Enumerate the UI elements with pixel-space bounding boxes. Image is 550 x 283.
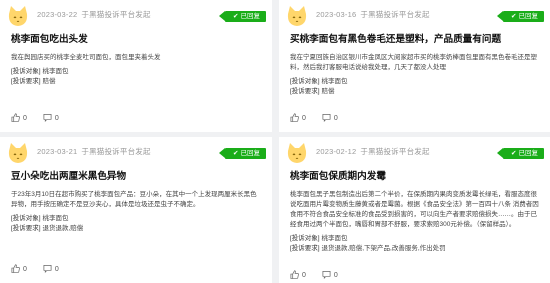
card-source: 于黑猫投诉平台发起 xyxy=(360,10,430,19)
object-value[interactable]: 桃李面包 xyxy=(321,235,347,242)
demand-label: [投诉要求] xyxy=(290,88,320,95)
status-badge-label: 已回复 xyxy=(518,13,539,20)
demand-value: 退货退款,赔偿,下架产品,改善服务,作出处罚 xyxy=(321,245,446,252)
card-source: 于黑猫投诉平台发起 xyxy=(81,147,151,156)
card-content: 我在舆园店买的桃李全麦吐司面包，面包里夹着头发 xyxy=(11,54,161,61)
complaint-card[interactable]: 2023-02-12 于黑猫投诉平台发起 ✔ 已回复 桃李面包保质期内发霉 桃李面包… xyxy=(279,137,550,283)
card-meta: 2023-02-12 于黑猫投诉平台发起 xyxy=(316,146,430,157)
card-date: 2023-02-12 xyxy=(316,147,357,156)
comment-icon xyxy=(322,113,331,122)
comment-count: 0 xyxy=(333,115,338,122)
object-value[interactable]: 桃李面包 xyxy=(321,78,347,85)
object-label: [投诉对象] xyxy=(11,215,41,222)
complaint-object: [投诉对象] 桃李面包 xyxy=(279,234,550,244)
demand-value: 赔偿 xyxy=(321,88,335,95)
card-content: 桃李面包黑子黑包制造出后第二个半价，在保质期内果肉变质发霉长绿毛，看服态度很说吃… xyxy=(290,191,539,228)
comment-icon xyxy=(322,270,331,279)
demand-label: [投诉要求] xyxy=(11,225,41,232)
cat-avatar-icon xyxy=(8,143,28,163)
complaint-demand: [投诉要求] 赔偿 xyxy=(0,77,272,87)
card-title[interactable]: 桃李面包保质期内发霉 xyxy=(279,168,550,182)
comment-button[interactable]: 0 xyxy=(322,270,338,279)
cat-avatar-icon xyxy=(287,6,307,26)
card-date: 2023-03-21 xyxy=(37,147,78,156)
complaint-demand: [投诉要求] 退货退款,赔偿,下架产品,改善服务,作出处罚 xyxy=(279,244,550,254)
status-badge: ✔ 已回复 xyxy=(219,148,266,159)
like-button[interactable]: 0 xyxy=(290,113,306,122)
like-button[interactable]: 0 xyxy=(11,113,27,122)
card-content: 我在宁夏回族自治区银川市金凤区大阅家超市买的桃李奶棒面包里面有黑色卷毛还是塑料，… xyxy=(290,54,537,71)
card-title[interactable]: 桃李面包吃出头发 xyxy=(0,31,272,45)
cat-avatar-icon xyxy=(8,6,28,26)
like-button[interactable]: 0 xyxy=(11,264,27,273)
card-header: 2023-03-22 于黑猫投诉平台发起 ✔ 已回复 xyxy=(0,0,272,31)
card-actions: 0 0 xyxy=(290,113,352,122)
card-header: 2023-03-16 于黑猫投诉平台发起 ✔ 已回复 xyxy=(279,0,550,31)
status-badge: ✔ 已回复 xyxy=(497,148,544,159)
object-label: [投诉对象] xyxy=(290,78,320,85)
card-title[interactable]: 豆小朵吃出两厘米黑色异物 xyxy=(0,168,272,182)
card-date: 2023-03-16 xyxy=(316,10,357,19)
thumbs-up-icon xyxy=(11,264,20,273)
demand-value: 赔偿 xyxy=(42,78,56,85)
card-actions: 0 0 xyxy=(11,264,73,273)
comment-count: 0 xyxy=(54,266,59,273)
check-icon: ✔ xyxy=(511,13,517,20)
comment-count: 0 xyxy=(54,115,59,122)
comment-button[interactable]: 0 xyxy=(322,113,338,122)
object-label: [投诉对象] xyxy=(11,68,41,75)
complaint-object: [投诉对象] 桃李面包 xyxy=(0,67,272,77)
cat-avatar-icon xyxy=(287,143,307,163)
card-source: 于黑猫投诉平台发起 xyxy=(360,147,430,156)
comment-button[interactable]: 0 xyxy=(43,113,59,122)
complaint-object: [投诉对象] 桃李面包 xyxy=(279,77,550,87)
object-value[interactable]: 桃李面包 xyxy=(42,68,68,75)
complaint-object: [投诉对象] 桃李面包 xyxy=(0,214,272,224)
card-header: 2023-03-21 于黑猫投诉平台发起 ✔ 已回复 xyxy=(0,137,272,168)
comment-count: 0 xyxy=(333,272,338,279)
thumbs-up-icon xyxy=(290,113,299,122)
complaint-demand: [投诉要求] 赔偿 xyxy=(279,87,550,97)
card-meta: 2023-03-16 于黑猫投诉平台发起 xyxy=(316,9,430,20)
like-count: 0 xyxy=(23,115,27,122)
status-badge-label: 已回复 xyxy=(518,150,539,157)
thumbs-up-icon xyxy=(290,270,299,279)
complaint-card[interactable]: 2023-03-21 于黑猫投诉平台发起 ✔ 已回复 豆小朵吃出两厘米黑色异物 于2… xyxy=(0,137,272,283)
check-icon: ✔ xyxy=(233,150,239,157)
demand-label: [投诉要求] xyxy=(290,245,320,252)
demand-label: [投诉要求] xyxy=(11,78,41,85)
like-count: 0 xyxy=(302,115,306,122)
card-content: 于23年3月10日在超市购买了桃李面包产品：豆小朵，在其中一个上发现两厘米长黑色… xyxy=(11,191,257,208)
card-meta: 2023-03-22 于黑猫投诉平台发起 xyxy=(37,9,151,20)
like-count: 0 xyxy=(302,272,306,279)
demand-value: 退货退款,赔偿 xyxy=(42,225,84,232)
complaint-demand: [投诉要求] 退货退款,赔偿 xyxy=(0,224,272,234)
comment-icon xyxy=(43,264,52,273)
check-icon: ✔ xyxy=(511,150,517,157)
card-actions: 0 0 xyxy=(290,270,352,279)
complaint-card[interactable]: 2023-03-16 于黑猫投诉平台发起 ✔ 已回复 买桃李面包有黑色卷毛还是塑料，… xyxy=(279,0,550,132)
comment-button[interactable]: 0 xyxy=(43,264,59,273)
object-label: [投诉对象] xyxy=(290,235,320,242)
object-value[interactable]: 桃李面包 xyxy=(42,215,68,222)
status-badge-label: 已回复 xyxy=(240,13,261,20)
card-header: 2023-02-12 于黑猫投诉平台发起 ✔ 已回复 xyxy=(279,137,550,168)
card-source: 于黑猫投诉平台发起 xyxy=(81,10,151,19)
status-badge: ✔ 已回复 xyxy=(497,11,544,22)
check-icon: ✔ xyxy=(233,13,239,20)
like-button[interactable]: 0 xyxy=(290,270,306,279)
complaint-grid: 2023-03-22 于黑猫投诉平台发起 ✔ 已回复 桃李面包吃出头发 我在舆园店买… xyxy=(0,0,550,283)
card-meta: 2023-03-21 于黑猫投诉平台发起 xyxy=(37,146,151,157)
complaint-card[interactable]: 2023-03-22 于黑猫投诉平台发起 ✔ 已回复 桃李面包吃出头发 我在舆园店买… xyxy=(0,0,272,132)
status-badge-label: 已回复 xyxy=(240,150,261,157)
thumbs-up-icon xyxy=(11,113,20,122)
card-title[interactable]: 买桃李面包有黑色卷毛还是塑料，产品质量有问题 xyxy=(279,31,550,45)
card-date: 2023-03-22 xyxy=(37,10,78,19)
comment-icon xyxy=(43,113,52,122)
like-count: 0 xyxy=(23,266,27,273)
status-badge: ✔ 已回复 xyxy=(219,11,266,22)
card-actions: 0 0 xyxy=(11,113,73,122)
